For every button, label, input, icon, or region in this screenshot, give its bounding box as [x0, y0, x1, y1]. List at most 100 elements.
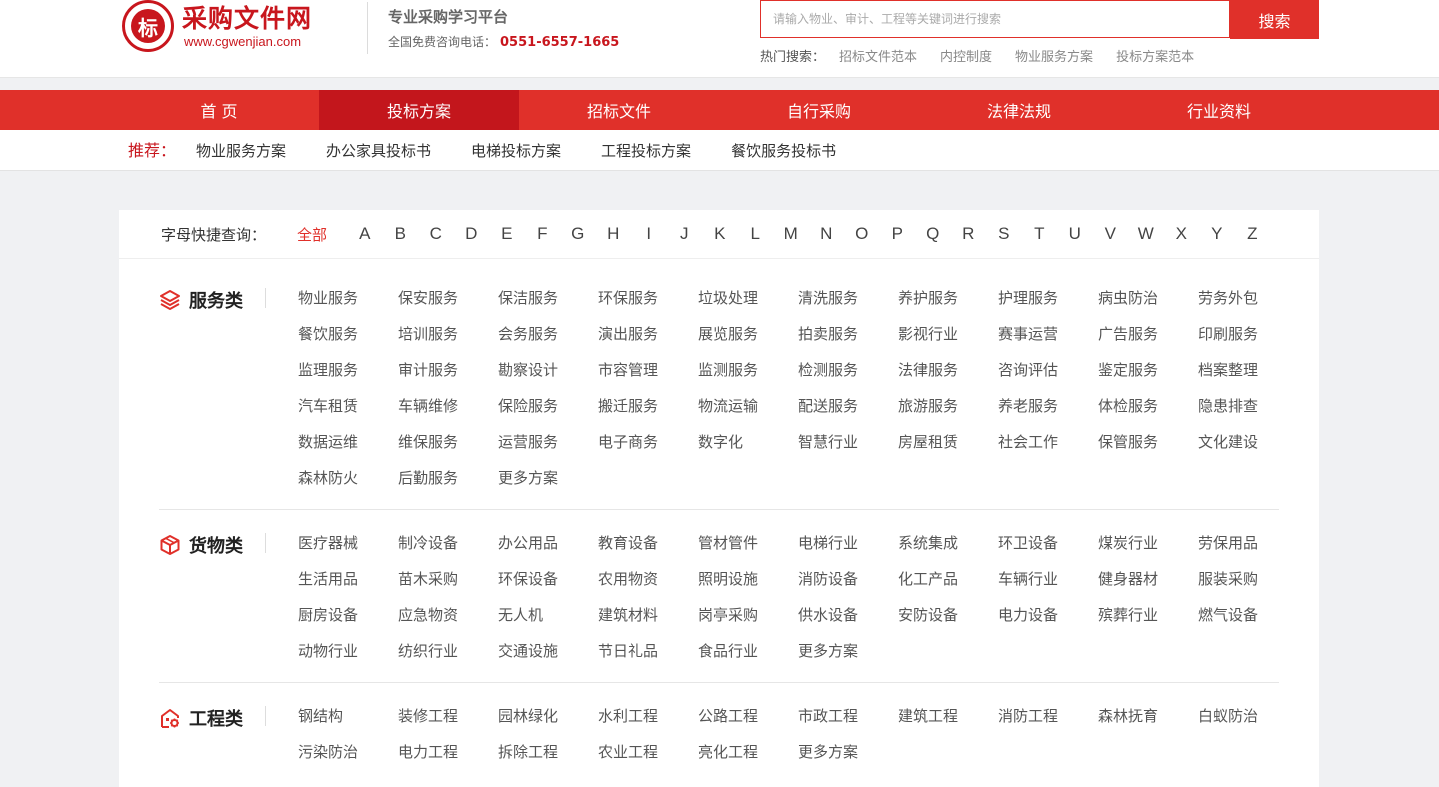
hot-search-item[interactable]: 招标文件范本: [839, 46, 917, 65]
category-link[interactable]: 服装采购: [1198, 569, 1298, 605]
category-link[interactable]: 农业工程: [598, 742, 698, 778]
category-link[interactable]: 动物行业: [298, 641, 398, 677]
category-link[interactable]: 检测服务: [798, 360, 898, 396]
category-link[interactable]: 环卫设备: [998, 533, 1098, 569]
letter-filter-item[interactable]: E: [497, 224, 517, 245]
letter-filter-item[interactable]: U: [1065, 224, 1085, 245]
letter-filter-item[interactable]: X: [1172, 224, 1192, 245]
category-link[interactable]: 生活用品: [298, 569, 398, 605]
category-link[interactable]: 电力设备: [998, 605, 1098, 641]
hot-search-item[interactable]: 物业服务方案: [1015, 46, 1093, 65]
letter-filter-item[interactable]: F: [533, 224, 553, 245]
category-link[interactable]: 办公用品: [498, 533, 598, 569]
category-link[interactable]: 展览服务: [698, 324, 798, 360]
category-link[interactable]: 审计服务: [398, 360, 498, 396]
letter-filter-item[interactable]: G: [568, 224, 588, 245]
category-link[interactable]: 燃气设备: [1198, 605, 1298, 641]
category-link[interactable]: 电力工程: [398, 742, 498, 778]
category-link[interactable]: 养护服务: [898, 288, 998, 324]
category-link[interactable]: 殡葬行业: [1098, 605, 1198, 641]
category-link[interactable]: 劳务外包: [1198, 288, 1298, 324]
nav-item-bid-proposal[interactable]: 投标方案: [319, 90, 519, 130]
category-link[interactable]: 健身器材: [1098, 569, 1198, 605]
category-link[interactable]: 煤炭行业: [1098, 533, 1198, 569]
category-link[interactable]: 护理服务: [998, 288, 1098, 324]
category-link[interactable]: 保管服务: [1098, 432, 1198, 468]
letter-filter-item[interactable]: P: [888, 224, 908, 245]
letter-filter-item[interactable]: Z: [1243, 224, 1263, 245]
category-link[interactable]: 病虫防治: [1098, 288, 1198, 324]
category-link[interactable]: 赛事运营: [998, 324, 1098, 360]
category-link[interactable]: 餐饮服务: [298, 324, 398, 360]
letter-filter-item[interactable]: T: [1030, 224, 1050, 245]
category-link[interactable]: 档案整理: [1198, 360, 1298, 396]
category-link[interactable]: 市容管理: [598, 360, 698, 396]
category-link[interactable]: 保洁服务: [498, 288, 598, 324]
category-link[interactable]: 数据运维: [298, 432, 398, 468]
letter-filter-item[interactable]: K: [710, 224, 730, 245]
category-link[interactable]: 消防设备: [798, 569, 898, 605]
recommend-item[interactable]: 物业服务方案: [196, 141, 286, 161]
category-link[interactable]: 后勤服务: [398, 468, 498, 504]
category-link[interactable]: 水利工程: [598, 706, 698, 742]
category-link[interactable]: 旅游服务: [898, 396, 998, 432]
hot-search-item[interactable]: 内控制度: [940, 46, 992, 65]
category-link[interactable]: 管材管件: [698, 533, 798, 569]
category-link[interactable]: 汽车租赁: [298, 396, 398, 432]
category-link[interactable]: 建筑材料: [598, 605, 698, 641]
letter-filter-item[interactable]: A: [355, 224, 375, 245]
search-input[interactable]: [761, 1, 1229, 37]
letter-filter-item[interactable]: C: [426, 224, 446, 245]
category-link[interactable]: 会务服务: [498, 324, 598, 360]
category-link[interactable]: 污染防治: [298, 742, 398, 778]
nav-item-laws[interactable]: 法律法规: [919, 90, 1119, 130]
category-link[interactable]: 厨房设备: [298, 605, 398, 641]
site-logo-icon[interactable]: 标: [122, 0, 174, 52]
category-link[interactable]: 供水设备: [798, 605, 898, 641]
category-link[interactable]: 森林抚育: [1098, 706, 1198, 742]
category-link[interactable]: 印刷服务: [1198, 324, 1298, 360]
category-link[interactable]: 垃圾处理: [698, 288, 798, 324]
category-link[interactable]: 制冷设备: [398, 533, 498, 569]
letter-filter-all[interactable]: 全部: [297, 224, 327, 245]
category-link[interactable]: 房屋租赁: [898, 432, 998, 468]
category-link[interactable]: 岗亭采购: [698, 605, 798, 641]
category-link[interactable]: 配送服务: [798, 396, 898, 432]
recommend-item[interactable]: 办公家具投标书: [326, 141, 431, 161]
category-link[interactable]: 鉴定服务: [1098, 360, 1198, 396]
letter-filter-item[interactable]: Y: [1207, 224, 1227, 245]
category-link[interactable]: 市政工程: [798, 706, 898, 742]
category-link[interactable]: 数字化: [698, 432, 798, 468]
category-link[interactable]: 无人机: [498, 605, 598, 641]
letter-filter-item[interactable]: R: [959, 224, 979, 245]
letter-filter-item[interactable]: M: [781, 224, 801, 245]
category-link[interactable]: 白蚁防治: [1198, 706, 1298, 742]
recommend-item[interactable]: 工程投标方案: [601, 141, 691, 161]
hot-search-item[interactable]: 投标方案范本: [1116, 46, 1194, 65]
category-link[interactable]: 隐患排查: [1198, 396, 1298, 432]
category-link[interactable]: 养老服务: [998, 396, 1098, 432]
category-link[interactable]: 森林防火: [298, 468, 398, 504]
search-button[interactable]: 搜索: [1230, 0, 1319, 39]
category-link[interactable]: 教育设备: [598, 533, 698, 569]
category-link[interactable]: 亮化工程: [698, 742, 798, 778]
category-link[interactable]: 环保设备: [498, 569, 598, 605]
category-link[interactable]: 体检服务: [1098, 396, 1198, 432]
letter-filter-item[interactable]: W: [1136, 224, 1156, 245]
category-link[interactable]: 拆除工程: [498, 742, 598, 778]
category-link[interactable]: 钢结构: [298, 706, 398, 742]
category-link[interactable]: 广告服务: [1098, 324, 1198, 360]
category-link[interactable]: 照明设施: [698, 569, 798, 605]
nav-item-industry-materials[interactable]: 行业资料: [1119, 90, 1319, 130]
category-link[interactable]: 环保服务: [598, 288, 698, 324]
category-link[interactable]: 更多方案: [798, 742, 898, 778]
category-link[interactable]: 演出服务: [598, 324, 698, 360]
category-link[interactable]: 更多方案: [798, 641, 898, 677]
category-link[interactable]: 搬迁服务: [598, 396, 698, 432]
category-link[interactable]: 消防工程: [998, 706, 1098, 742]
category-link[interactable]: 医疗器械: [298, 533, 398, 569]
category-link[interactable]: 安防设备: [898, 605, 998, 641]
category-link[interactable]: 保安服务: [398, 288, 498, 324]
category-link[interactable]: 装修工程: [398, 706, 498, 742]
category-link[interactable]: 咨询评估: [998, 360, 1098, 396]
